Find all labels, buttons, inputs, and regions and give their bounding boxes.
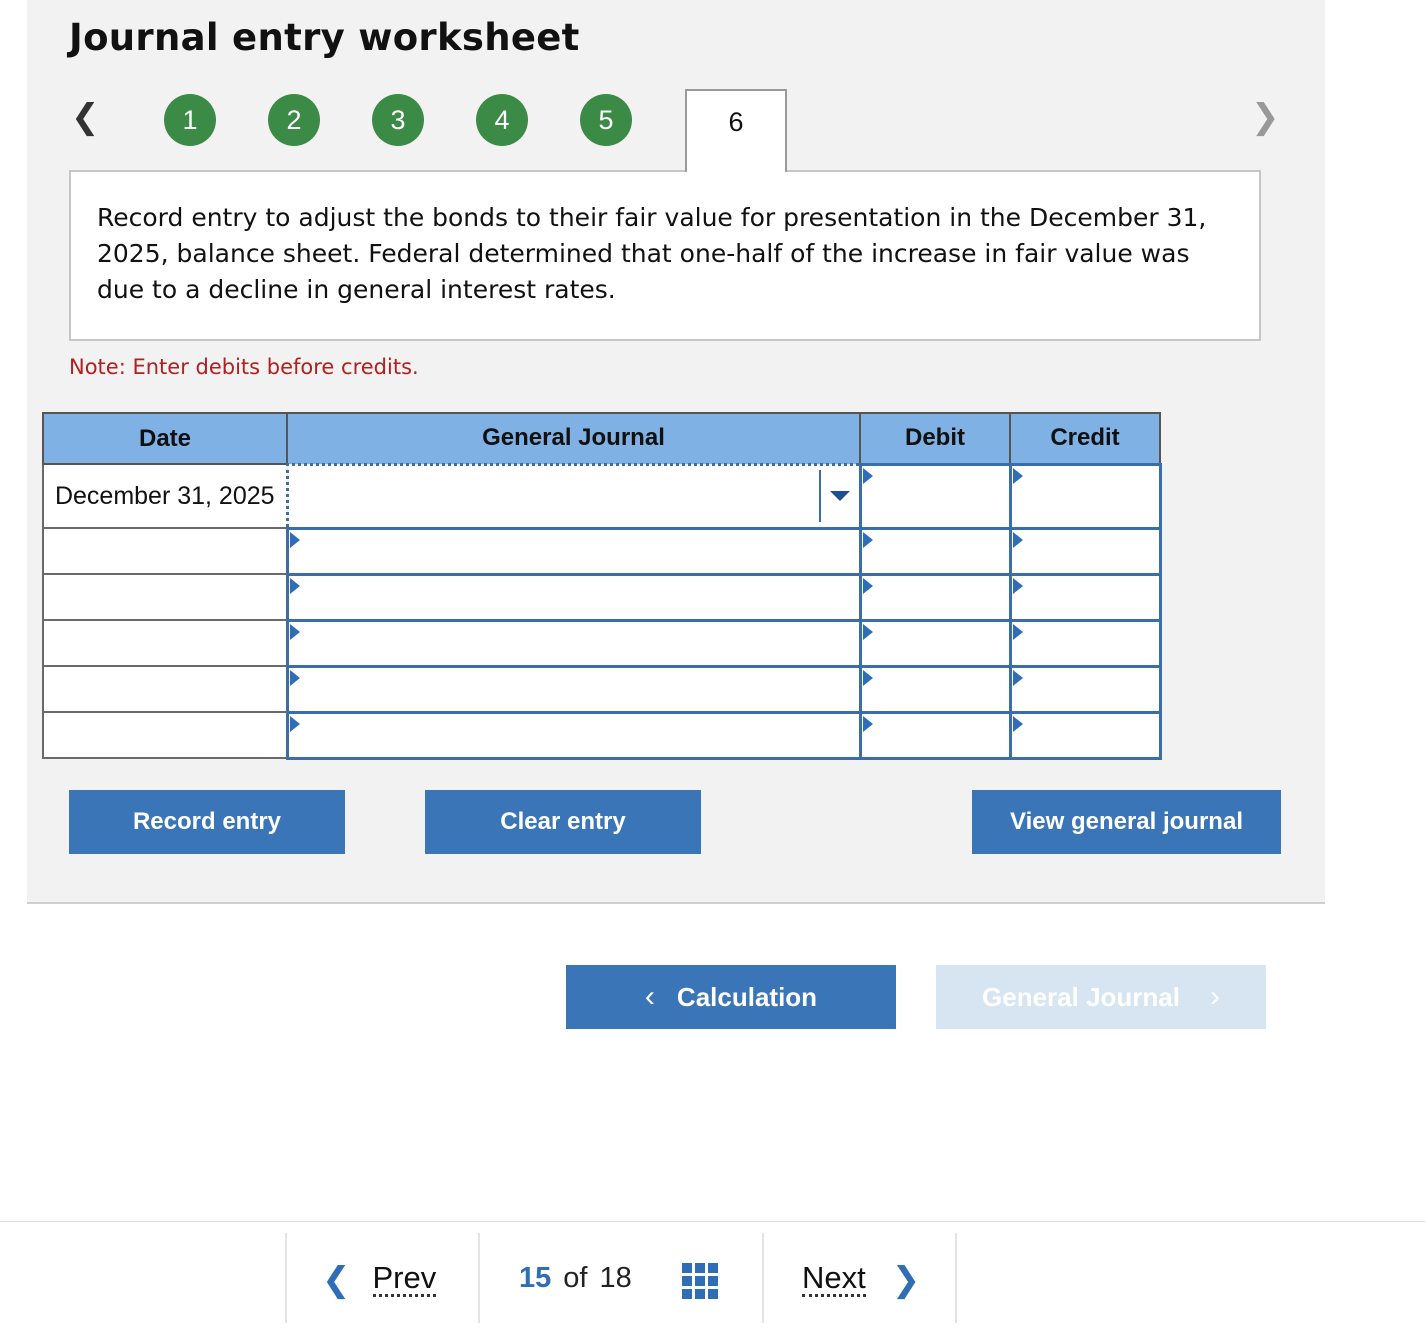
debit-input[interactable] [858, 526, 1012, 576]
table-row [42, 710, 1162, 760]
grid-icon[interactable] [682, 1263, 718, 1299]
date-cell [42, 527, 288, 575]
footer-separator [955, 1233, 957, 1323]
debit-input[interactable] [858, 462, 1012, 530]
credit-input[interactable] [1008, 462, 1162, 530]
footer-divider [0, 1221, 1425, 1222]
debit-input[interactable] [858, 572, 1012, 622]
date-cell [42, 573, 288, 621]
date-cell [42, 619, 288, 667]
credit-field[interactable] [1011, 465, 1159, 527]
dropdown-arrow-icon[interactable] [818, 469, 859, 522]
footer-separator [285, 1233, 287, 1323]
debit-input[interactable] [858, 664, 1012, 714]
account-input[interactable] [285, 710, 862, 760]
step-1[interactable]: 1 [164, 94, 216, 146]
general-journal-header: General Journal [286, 412, 861, 465]
credit-header: Credit [1009, 412, 1161, 465]
date-cell: December 31, 2025 [42, 463, 288, 529]
view-general-journal-button[interactable]: View general journal [972, 790, 1281, 854]
date-header: Date [42, 412, 288, 465]
debit-header: Debit [859, 412, 1011, 465]
clear-entry-button[interactable]: Clear entry [425, 790, 701, 854]
chevron-right-icon[interactable]: ❯ [1251, 100, 1280, 134]
table-row [42, 664, 1162, 714]
table-row [42, 618, 1162, 668]
account-input[interactable] [285, 526, 862, 576]
step-6-active-tab[interactable]: 6 [685, 89, 787, 172]
worksheet-divider [27, 902, 1325, 904]
footer-separator [762, 1233, 764, 1323]
current-page: 15 [519, 1262, 552, 1294]
debit-input[interactable] [858, 710, 1012, 760]
chevron-right-icon: › [1209, 980, 1220, 1013]
chevron-right-icon: ❯ [891, 1259, 921, 1300]
credit-input[interactable] [1008, 526, 1162, 576]
table-row [42, 572, 1162, 622]
entry-instructions: Record entry to adjust the bonds to thei… [69, 170, 1261, 341]
credit-input[interactable] [1008, 664, 1162, 714]
next-link[interactable]: Next ❯ [802, 1262, 920, 1297]
debit-credit-note: Note: Enter debits before credits. [69, 355, 419, 379]
prev-link[interactable]: ❮ Prev [322, 1259, 437, 1300]
prev-label: Prev [372, 1260, 437, 1297]
step-4[interactable]: 4 [476, 94, 528, 146]
account-input[interactable] [285, 618, 862, 668]
account-input[interactable] [285, 572, 862, 622]
general-journal-button[interactable]: General Journal › [936, 965, 1266, 1029]
credit-input[interactable] [1008, 618, 1162, 668]
calculation-label: Calculation [676, 981, 818, 1012]
debit-field[interactable] [861, 465, 1009, 527]
chevron-left-icon[interactable]: ❮ [71, 100, 100, 134]
general-journal-label: General Journal [982, 981, 1180, 1012]
footer-separator [478, 1233, 480, 1323]
page-indicator: 15 of 18 [519, 1262, 632, 1295]
step-3[interactable]: 3 [372, 94, 424, 146]
credit-input[interactable] [1008, 572, 1162, 622]
next-label: Next [802, 1260, 866, 1297]
credit-input[interactable] [1008, 710, 1162, 760]
journal-table: Date General Journal Debit Credit Decemb… [42, 412, 1162, 760]
date-cell [42, 711, 288, 759]
account-input[interactable] [285, 664, 862, 714]
step-2[interactable]: 2 [268, 94, 320, 146]
table-row [42, 526, 1162, 576]
total-pages: 18 [599, 1262, 632, 1294]
page-of-label: of [563, 1262, 588, 1294]
debit-input[interactable] [858, 618, 1012, 668]
calculation-button[interactable]: ‹ Calculation [566, 965, 896, 1029]
step-5[interactable]: 5 [580, 94, 632, 146]
worksheet-title: Journal entry worksheet [69, 16, 580, 59]
chevron-left-icon: ‹ [644, 980, 655, 1013]
table-row: December 31, 2025 [42, 462, 1162, 530]
chevron-left-icon: ❮ [322, 1259, 351, 1300]
record-entry-button[interactable]: Record entry [69, 790, 345, 854]
date-cell [42, 665, 288, 713]
account-select[interactable] [285, 462, 862, 530]
